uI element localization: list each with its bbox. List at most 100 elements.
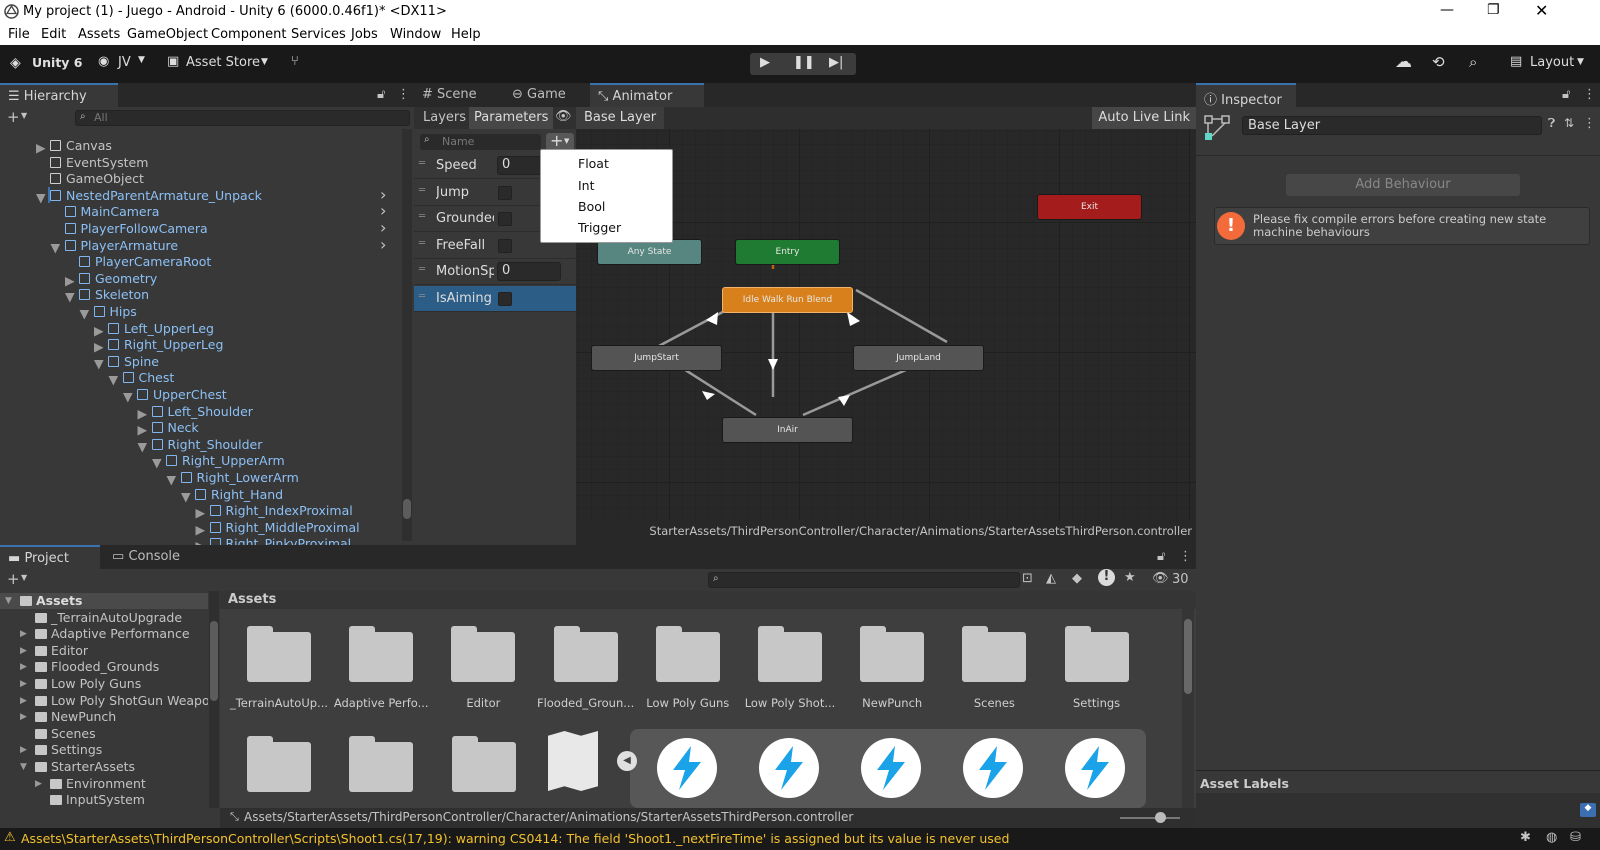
folder-label[interactable]: Scenes xyxy=(944,696,1044,710)
hierarchy-item[interactable]: NestedParentArmature_Unpack xyxy=(66,188,262,203)
expand-arrow-icon[interactable]: ▶ xyxy=(20,745,27,755)
tab-scene[interactable]: # Scene xyxy=(414,83,485,107)
hidden-packages-icon[interactable]: 👁︎ xyxy=(1152,571,1169,586)
menu-item-float[interactable]: Float xyxy=(578,156,609,171)
folder-icon[interactable] xyxy=(655,626,720,682)
project-folder-item[interactable]: Environment xyxy=(66,776,146,791)
performance-icon[interactable]: ◍ xyxy=(1546,830,1557,845)
collapse-arrow-icon[interactable]: ◀ xyxy=(617,751,637,771)
hierarchy-scrollbar[interactable] xyxy=(402,129,412,541)
folder-icon[interactable] xyxy=(247,626,311,682)
menu-file[interactable]: File xyxy=(8,27,30,42)
project-folder-item[interactable]: _TerrainAutoUpgrade xyxy=(51,610,182,625)
expand-arrow-icon[interactable]: ▼ xyxy=(181,489,191,504)
drag-handle-icon[interactable]: ═ xyxy=(419,291,425,302)
expand-arrow-icon[interactable]: ▶ xyxy=(36,140,46,155)
expand-arrow-icon[interactable]: ▶ xyxy=(65,273,75,288)
eye-icon[interactable]: 👁︎ xyxy=(555,109,572,124)
history-icon[interactable]: ⟲ xyxy=(1432,53,1445,71)
folder-label[interactable]: Low Poly Guns xyxy=(638,696,738,710)
folder-label[interactable]: Adaptive Perfo... xyxy=(331,696,431,710)
expand-arrow-icon[interactable]: ▶ xyxy=(20,712,27,722)
project-folder-item[interactable]: NewPunch xyxy=(51,709,116,724)
parameter-name[interactable]: IsAiming xyxy=(436,291,494,306)
zoom-slider-thumb[interactable] xyxy=(1155,812,1166,823)
tab-hierarchy[interactable]: ☰ Hierarchy xyxy=(0,83,118,107)
account-button[interactable]: JV xyxy=(118,55,131,70)
hierarchy-item[interactable]: Hips xyxy=(110,304,137,319)
filter-label-icon[interactable]: ◆ xyxy=(1072,571,1082,586)
add-icon[interactable]: + xyxy=(7,108,20,126)
project-folder-item[interactable]: Flooded_Grounds xyxy=(51,659,159,674)
hierarchy-item[interactable]: Right_MiddleProximal xyxy=(226,520,360,535)
expand-arrow-icon[interactable]: ▼ xyxy=(167,472,177,487)
menu-assets[interactable]: Assets xyxy=(78,27,120,42)
tab-inspector[interactable]: ⓘ Inspector xyxy=(1196,83,1296,108)
folder-icon[interactable] xyxy=(349,736,413,792)
menu-item-bool[interactable]: Bool xyxy=(578,199,605,214)
expand-arrow-icon[interactable]: ▶ xyxy=(138,422,148,437)
hierarchy-item[interactable]: Neck xyxy=(168,420,199,435)
menu-window[interactable]: Window xyxy=(390,27,441,42)
folder-icon[interactable] xyxy=(860,626,925,682)
hierarchy-item[interactable]: Geometry xyxy=(95,271,157,286)
folder-label[interactable]: Editor xyxy=(433,696,533,710)
project-folder-item[interactable]: Adaptive Performance xyxy=(51,626,190,641)
console-warning-message[interactable]: Assets\StarterAssets\ThirdPersonControll… xyxy=(21,831,1009,846)
expand-arrow-icon[interactable]: ▶ xyxy=(94,339,104,354)
step-icon[interactable]: ▶| xyxy=(829,55,843,70)
expand-arrow-icon[interactable]: ▼ xyxy=(152,455,162,470)
folder-icon[interactable] xyxy=(247,736,311,792)
parameter-checkbox[interactable] xyxy=(498,238,512,253)
expand-arrow-icon[interactable]: ▼ xyxy=(36,190,46,205)
state-entry[interactable]: Entry xyxy=(735,239,840,265)
alert-filter-icon[interactable]: ! xyxy=(1098,569,1115,586)
hierarchy-item[interactable]: GameObject xyxy=(66,171,144,186)
menu-component[interactable]: Component xyxy=(211,27,286,42)
parameter-row[interactable]: ═ IsAiming xyxy=(414,285,576,312)
drag-handle-icon[interactable]: ═ xyxy=(419,264,425,275)
lock-icon[interactable]: 🔓︎ xyxy=(1562,87,1570,102)
parameter-name[interactable]: FreeFall xyxy=(436,238,494,253)
parameter-checkbox[interactable] xyxy=(498,291,512,306)
state-jumpland[interactable]: JumpLand xyxy=(853,345,984,371)
menu-help[interactable]: Help xyxy=(451,27,481,42)
expand-arrow-icon[interactable]: ▶ xyxy=(20,679,27,689)
menu-services[interactable]: Services xyxy=(291,27,346,42)
hierarchy-item[interactable]: Spine xyxy=(124,354,159,369)
expand-arrow-icon[interactable]: ▶ xyxy=(196,522,206,537)
folder-icon[interactable] xyxy=(451,626,516,682)
map-asset-icon[interactable] xyxy=(548,731,598,791)
close-icon[interactable]: ✕ xyxy=(1535,1,1548,20)
filter-type-icon[interactable]: ◭ xyxy=(1046,571,1056,586)
layers-tab[interactable]: Layers xyxy=(423,110,466,125)
folder-label[interactable]: NewPunch xyxy=(842,696,942,710)
hierarchy-item[interactable]: Right_Shoulder xyxy=(168,437,263,452)
parameter-row[interactable]: ═ MotionSpe0 xyxy=(414,259,576,285)
tab-game[interactable]: ⊖ Game xyxy=(504,83,574,107)
hierarchy-item[interactable]: Left_Shoulder xyxy=(168,404,253,419)
open-prefab-chevron-icon[interactable]: › xyxy=(380,220,386,236)
folder-label[interactable]: Low Poly Shot... xyxy=(740,696,840,710)
search-icon[interactable]: ⌕ xyxy=(1469,53,1477,71)
tab-animator[interactable]: ⤡ Animator xyxy=(590,83,704,107)
bug-icon[interactable]: ✱ xyxy=(1520,830,1531,845)
folder-icon[interactable] xyxy=(452,736,516,792)
expand-arrow-icon[interactable]: ▼ xyxy=(138,439,148,454)
cache-icon[interactable]: ⛁ xyxy=(1570,830,1581,845)
hierarchy-item[interactable]: PlayerFollowCamera xyxy=(81,221,208,236)
input-action-asset-icon[interactable] xyxy=(1065,738,1125,798)
lock-icon[interactable]: 🔓︎ xyxy=(1157,549,1165,564)
layer-name-field[interactable]: Base Layer xyxy=(1242,116,1542,135)
folder-icon[interactable] xyxy=(349,626,414,682)
parameter-name[interactable]: Jump xyxy=(436,185,494,200)
parameter-checkbox[interactable] xyxy=(498,212,512,226)
search-by-type-icon[interactable]: ⊡ xyxy=(1022,571,1033,586)
folder-icon[interactable] xyxy=(1064,626,1129,682)
parameters-tab[interactable]: Parameters xyxy=(469,107,554,129)
expand-arrow-icon[interactable]: ▶ xyxy=(196,505,206,520)
restore-icon[interactable]: ❐ xyxy=(1487,2,1500,18)
pause-icon[interactable]: ❚❚ xyxy=(793,55,815,70)
expand-arrow-icon[interactable]: ▶ xyxy=(20,646,27,656)
parameter-value-field[interactable]: 0 xyxy=(497,262,561,281)
